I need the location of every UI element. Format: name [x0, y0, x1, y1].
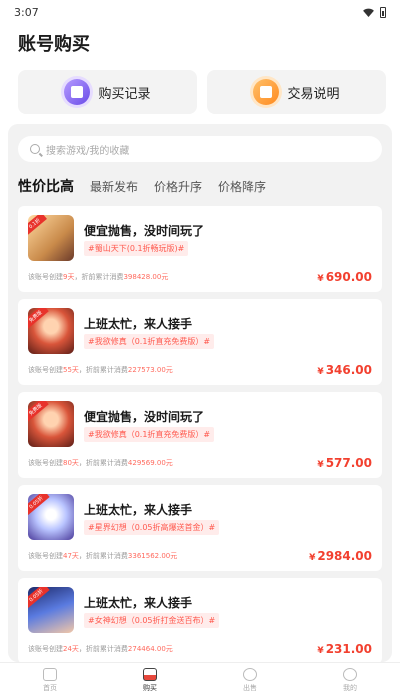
discount-badge: 0.05折	[28, 587, 50, 608]
game-tag: #蜀山天下(0.1折畅玩版)#	[84, 241, 189, 256]
listing-title: 上班太忙，来人接手	[84, 503, 193, 517]
tab-price-asc[interactable]: 价格升序	[154, 178, 202, 195]
sort-tabs: 性价比高 最新发布 价格升序 价格降序	[8, 162, 392, 206]
tab-price-desc[interactable]: 价格降序	[218, 178, 266, 195]
listing-title: 上班太忙，来人接手	[84, 596, 193, 610]
tabbar-home[interactable]: 首页	[0, 663, 100, 698]
search-placeholder: 搜索游戏/我的收藏	[46, 145, 130, 157]
listing-title: 便宜抛售，没时间玩了	[84, 224, 205, 238]
listing-card[interactable]: 0.05折 上班太忙，来人接手 #女神幻想（0.05折打金送百布）# 该账号创建…	[18, 578, 382, 662]
listing-price: ¥577.00	[317, 456, 372, 470]
listing-card[interactable]: 免费版 便宜抛售，没时间玩了 #我欲修真（0.1折直充免费版）# 该账号创建80…	[18, 392, 382, 478]
wifi-icon	[363, 8, 374, 17]
game-tag: #我欲修真（0.1折直充免费版）#	[84, 427, 215, 442]
game-tag: #我欲修真（0.1折直充免费版）#	[84, 334, 215, 349]
listing-price: ¥346.00	[317, 363, 372, 377]
status-time: 3:07	[14, 5, 39, 19]
tabbar-home-label: 首页	[43, 684, 57, 692]
listing-card[interactable]: 0.1折 便宜抛售，没时间玩了 #蜀山天下(0.1折畅玩版)# 该账号创建9天，…	[18, 206, 382, 292]
home-icon	[43, 668, 57, 681]
listing-title: 便宜抛售，没时间玩了	[84, 410, 205, 424]
game-tag: #女神幻想（0.05折打金送百布）#	[84, 613, 220, 628]
sell-coin-icon	[243, 668, 257, 681]
listing-price: ¥690.00	[317, 270, 372, 284]
battery-icon	[380, 6, 386, 18]
listing-price: ¥2984.00	[309, 549, 372, 563]
listing-card[interactable]: 免费版 上班太忙，来人接手 #我欲修真（0.1折直充免费版）# 该账号创建55天…	[18, 299, 382, 385]
trade-guide-label: 交易说明	[287, 86, 340, 102]
tabbar-profile-label: 我的	[343, 684, 357, 692]
discount-badge: 0.05折	[28, 494, 50, 515]
shop-bag-icon	[143, 668, 157, 681]
status-bar: 3:07	[0, 0, 400, 24]
game-thumbnail: 0.1折	[28, 215, 74, 261]
tabbar-buy[interactable]: 购买	[100, 663, 200, 698]
tabbar-buy-label: 购买	[143, 684, 157, 692]
purchase-record-button[interactable]: 购买记录	[18, 70, 197, 114]
page-title: 账号购买	[18, 34, 90, 55]
search-input[interactable]: 搜索游戏/我的收藏	[18, 136, 382, 162]
discount-badge: 免费版	[28, 401, 49, 422]
purchase-record-label: 购买记录	[98, 86, 151, 102]
listing-meta: 该账号创建9天，折前累计消费398428.00元	[28, 273, 169, 281]
game-thumbnail: 免费版	[28, 401, 74, 447]
listing-price: ¥231.00	[317, 642, 372, 656]
listing-meta: 该账号创建55天，折前累计消费227573.00元	[28, 366, 173, 374]
trade-guide-icon	[253, 79, 280, 105]
search-icon	[30, 144, 40, 154]
profile-icon	[343, 668, 357, 681]
listing-panel: 搜索游戏/我的收藏 性价比高 最新发布 价格升序 价格降序 0.1折 便宜抛售，…	[8, 124, 392, 662]
listing-meta: 该账号创建47天，折前累计消费3361562.00元	[28, 552, 178, 560]
tabbar-profile[interactable]: 我的	[300, 663, 400, 698]
game-thumbnail: 0.05折	[28, 587, 74, 633]
listing-meta: 该账号创建80天，折前累计消费429569.00元	[28, 459, 173, 467]
game-thumbnail: 免费版	[28, 308, 74, 354]
tabbar-sell[interactable]: 出售	[200, 663, 300, 698]
discount-badge: 0.1折	[28, 215, 47, 235]
tab-value[interactable]: 性价比高	[18, 176, 74, 196]
game-thumbnail: 0.05折	[28, 494, 74, 540]
listing-meta: 该账号创建24天，折前累计消费274464.00元	[28, 645, 173, 653]
top-cards: 购买记录 交易说明	[0, 60, 400, 114]
bottom-tabbar: 首页 购买 出售 我的	[0, 662, 400, 698]
listing-title: 上班太忙，来人接手	[84, 317, 193, 331]
status-icons	[363, 6, 386, 18]
tab-latest[interactable]: 最新发布	[90, 178, 138, 195]
discount-badge: 免费版	[28, 308, 49, 329]
purchase-record-icon	[64, 79, 91, 105]
tabbar-sell-label: 出售	[243, 684, 257, 692]
trade-guide-button[interactable]: 交易说明	[207, 70, 386, 114]
listing-card[interactable]: 0.05折 上班太忙，来人接手 #星界幻想（0.05折高爆送首金）# 该账号创建…	[18, 485, 382, 571]
game-tag: #星界幻想（0.05折高爆送首金）#	[84, 520, 220, 535]
listing-list: 0.1折 便宜抛售，没时间玩了 #蜀山天下(0.1折畅玩版)# 该账号创建9天，…	[8, 206, 392, 662]
